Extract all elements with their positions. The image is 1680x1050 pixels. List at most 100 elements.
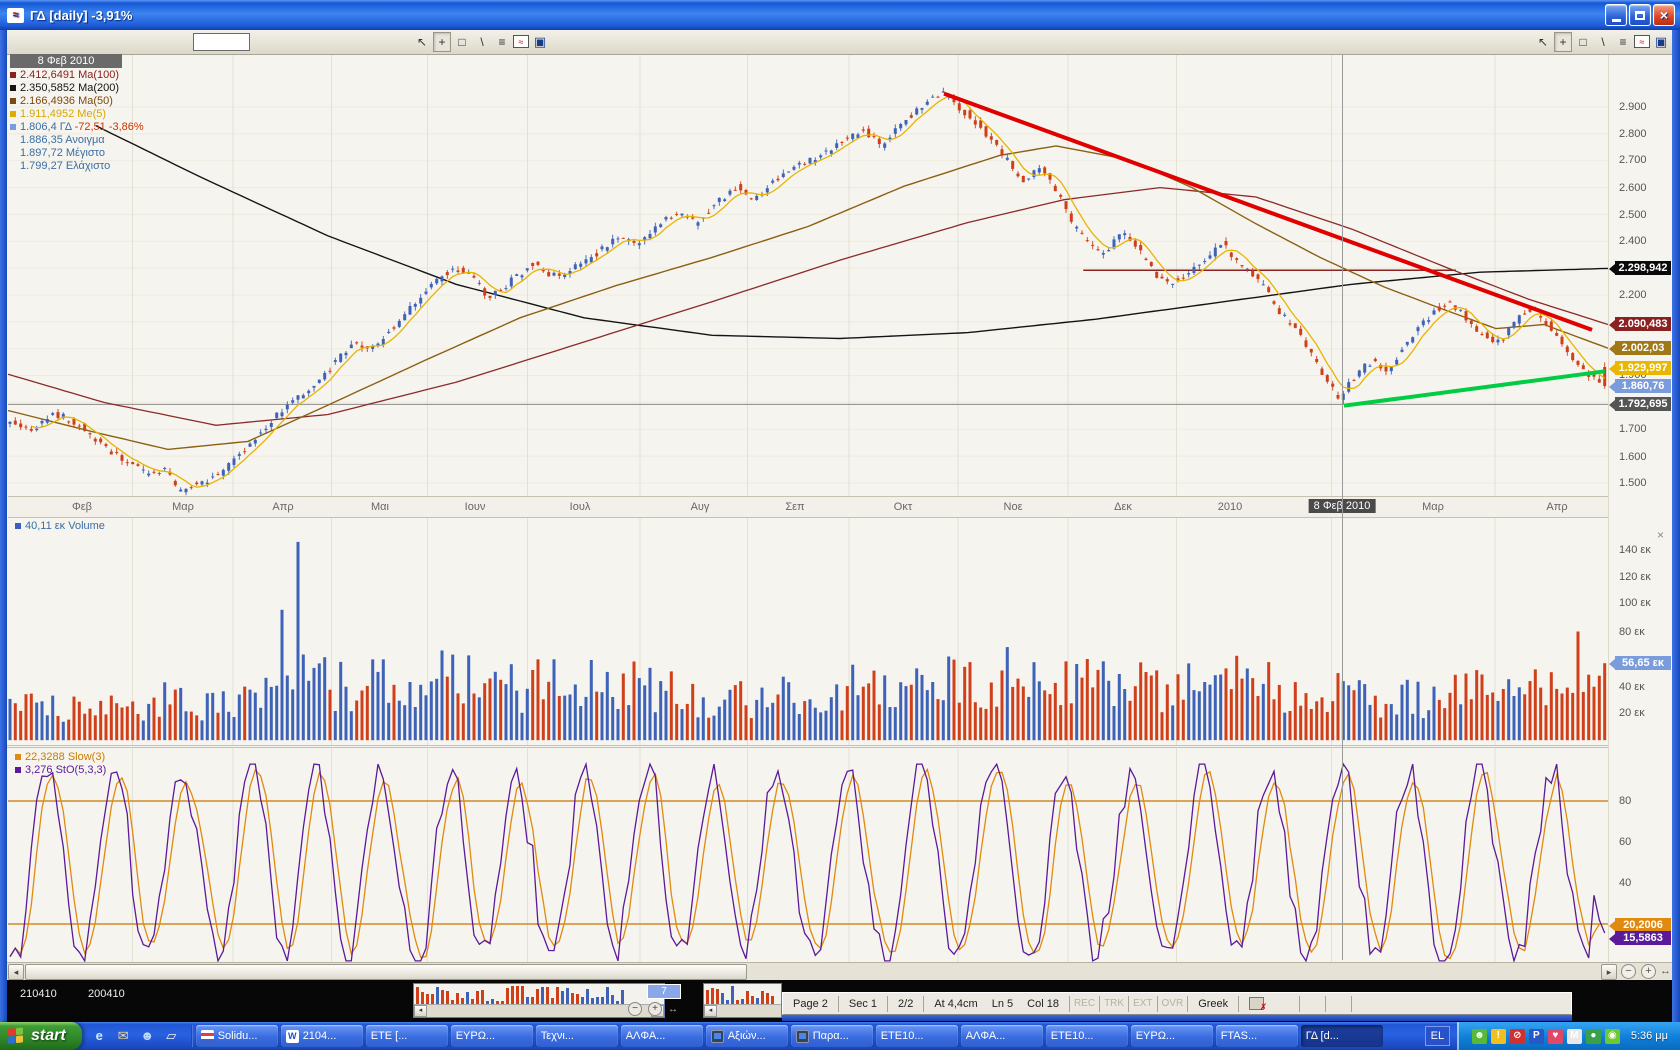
mini-fit-icon[interactable]: ↔ bbox=[668, 1004, 678, 1015]
status-toggle[interactable]: OVR bbox=[1158, 996, 1189, 1012]
minimized-window-caption[interactable]: 200410 bbox=[88, 988, 125, 1000]
status-toggle[interactable]: TRK bbox=[1100, 996, 1129, 1012]
mini-chart-window[interactable]: ◂ bbox=[703, 983, 782, 1018]
maximize-button[interactable] bbox=[1629, 4, 1651, 26]
taskbar-button-label: Παρα... bbox=[813, 1030, 849, 1042]
axis-value-tag: 15,5863 bbox=[1615, 931, 1671, 945]
mail-icon[interactable]: ✉ bbox=[115, 1028, 132, 1045]
region-tool[interactable]: □ bbox=[1574, 32, 1592, 52]
status-toggle[interactable]: REC bbox=[1070, 996, 1100, 1012]
taskbar-button[interactable]: ≈ΕΤΕ10... bbox=[1046, 1025, 1128, 1047]
spybot-tray-icon[interactable]: ● bbox=[1586, 1029, 1601, 1044]
mini-bar bbox=[436, 987, 439, 1004]
status-toggle[interactable]: EXT bbox=[1129, 996, 1157, 1012]
axis-value-tag: 2.298,942 bbox=[1615, 261, 1671, 275]
chart-type-tool[interactable]: ≈ bbox=[513, 35, 529, 48]
taskbar-button-label: ΕΥΡΩ... bbox=[1136, 1030, 1175, 1042]
antivirus-eye-tray-icon[interactable]: ◉ bbox=[1605, 1029, 1620, 1044]
month-label: Ιουλ bbox=[570, 501, 591, 513]
mini-bar bbox=[711, 988, 714, 1004]
mini-scrollbar[interactable]: ◂ bbox=[704, 1004, 781, 1017]
axis-tick: 80 bbox=[1619, 795, 1631, 807]
trendline-tool[interactable]: \ bbox=[473, 32, 491, 52]
close-volume-icon[interactable]: × bbox=[1657, 528, 1664, 542]
window-title: ΓΔ [daily] -3,91% bbox=[30, 8, 132, 23]
region-tool[interactable]: □ bbox=[453, 32, 471, 52]
taskbar-button[interactable]: Αξιών... bbox=[706, 1025, 788, 1047]
taskbar-button[interactable]: ≈ΕΥΡΩ... bbox=[451, 1025, 533, 1047]
taskbar-button[interactable]: ≈ΓΔ [d... bbox=[1301, 1025, 1383, 1047]
taskbar-button[interactable]: ≈ΕΤΕ [... bbox=[366, 1025, 448, 1047]
crosshair-tool[interactable]: + bbox=[433, 32, 451, 52]
minimized-window-caption[interactable]: 210410 bbox=[20, 988, 57, 1000]
word-task-icon: W bbox=[286, 1030, 299, 1043]
minimize-button[interactable] bbox=[1605, 4, 1627, 26]
zoom-out-button[interactable]: − bbox=[1621, 964, 1636, 979]
measure-tool[interactable]: ≡ bbox=[1614, 32, 1632, 52]
mini-chart-window[interactable]: ◂ ▸ bbox=[413, 983, 665, 1018]
tag-arrow-icon bbox=[1609, 264, 1615, 274]
start-button[interactable]: start bbox=[0, 1022, 82, 1050]
taskbar-button[interactable]: ≈Τεχνι... bbox=[536, 1025, 618, 1047]
volume-chart-svg[interactable] bbox=[8, 518, 1608, 745]
mini-scrollbar[interactable]: ◂ ▸ bbox=[414, 1004, 664, 1017]
measure-tool[interactable]: ≡ bbox=[493, 32, 511, 52]
month-label: Απρ bbox=[1546, 501, 1567, 513]
show-desktop-icon[interactable]: ▱ bbox=[163, 1028, 180, 1045]
mini-zoom-out-button[interactable]: − bbox=[628, 1002, 642, 1016]
taskbar-button[interactable]: ≈ΕΥΡΩ... bbox=[1131, 1025, 1213, 1047]
mini-bar bbox=[441, 990, 444, 1004]
mini-scroll-left[interactable]: ◂ bbox=[414, 1005, 427, 1017]
stochastic-chart-svg[interactable] bbox=[8, 748, 1608, 962]
pointer-tool[interactable]: ↖ bbox=[413, 32, 431, 52]
internet-explorer-icon[interactable]: e bbox=[91, 1028, 108, 1045]
taskbar-button[interactable]: W2104... bbox=[281, 1025, 363, 1047]
mini-scroll-left[interactable]: ◂ bbox=[704, 1005, 717, 1017]
mini-bar bbox=[456, 993, 459, 1004]
price-chart-svg[interactable] bbox=[8, 55, 1608, 496]
mini-bar bbox=[731, 986, 734, 1004]
mini-bar bbox=[561, 991, 564, 1004]
save-tool[interactable]: ▣ bbox=[1652, 32, 1670, 52]
axis-tick: 1.700 bbox=[1619, 423, 1647, 435]
language-indicator[interactable]: EL bbox=[1425, 1026, 1450, 1046]
security-shield-tray-icon[interactable]: ! bbox=[1491, 1029, 1506, 1044]
heart-tray-icon[interactable]: ♥ bbox=[1548, 1029, 1563, 1044]
window-titlebar[interactable]: ≈ ΓΔ [daily] -3,91% × bbox=[0, 0, 1680, 30]
blocked-tray-icon[interactable]: ⊘ bbox=[1510, 1029, 1525, 1044]
msn-tray-icon[interactable]: M bbox=[1567, 1029, 1582, 1044]
zoom-in-button[interactable]: + bbox=[1641, 964, 1656, 979]
network-tray-icon[interactable]: P bbox=[1529, 1029, 1544, 1044]
taskbar-button[interactable]: Solidu... bbox=[196, 1025, 278, 1047]
scroll-right-button[interactable]: ▸ bbox=[1601, 964, 1617, 980]
mini-zoom-in-button[interactable]: + bbox=[648, 1002, 662, 1016]
taskbar-button-label: ΕΤΕ10... bbox=[881, 1030, 924, 1042]
taskbar-button[interactable]: ≈ΑΛΦΑ... bbox=[621, 1025, 703, 1047]
symbol-input[interactable] bbox=[193, 33, 250, 51]
axis-value-tag: 1.792,695 bbox=[1615, 397, 1671, 411]
messenger-icon[interactable]: ☻ bbox=[139, 1028, 156, 1045]
close-button[interactable]: × bbox=[1653, 4, 1675, 26]
messenger-user-tray-icon[interactable]: ☻ bbox=[1472, 1029, 1487, 1044]
period-badge[interactable]: 7 bbox=[647, 984, 681, 999]
taskbar-button[interactable]: Παρα... bbox=[791, 1025, 873, 1047]
mini-bar bbox=[706, 990, 709, 1004]
legend-bullet bbox=[10, 85, 16, 91]
month-label: Νοε bbox=[1004, 501, 1023, 513]
trendline-tool[interactable]: \ bbox=[1594, 32, 1612, 52]
taskbar-button[interactable]: ≈ΕΤΕ10... bbox=[876, 1025, 958, 1047]
crosshair-tool[interactable]: + bbox=[1554, 32, 1572, 52]
window-border-left bbox=[0, 30, 7, 1022]
fit-width-icon[interactable]: ↔ bbox=[1660, 965, 1671, 977]
scrollbar-thumb[interactable] bbox=[25, 964, 747, 980]
scroll-left-button[interactable]: ◂ bbox=[8, 964, 24, 980]
save-tool[interactable]: ▣ bbox=[531, 32, 549, 52]
pointer-tool[interactable]: ↖ bbox=[1534, 32, 1552, 52]
chart-scrollbar[interactable]: ◂ ▸ − + ↔ bbox=[7, 962, 1672, 980]
chart-type-tool[interactable]: ≈ bbox=[1634, 35, 1650, 48]
mini-bar bbox=[611, 995, 614, 1004]
ma-5-line bbox=[31, 96, 1604, 487]
taskbar-button[interactable]: ≈FTAS... bbox=[1216, 1025, 1298, 1047]
taskbar-button[interactable]: ≈ΑΛΦΑ... bbox=[961, 1025, 1043, 1047]
mini-bar bbox=[716, 989, 719, 1004]
